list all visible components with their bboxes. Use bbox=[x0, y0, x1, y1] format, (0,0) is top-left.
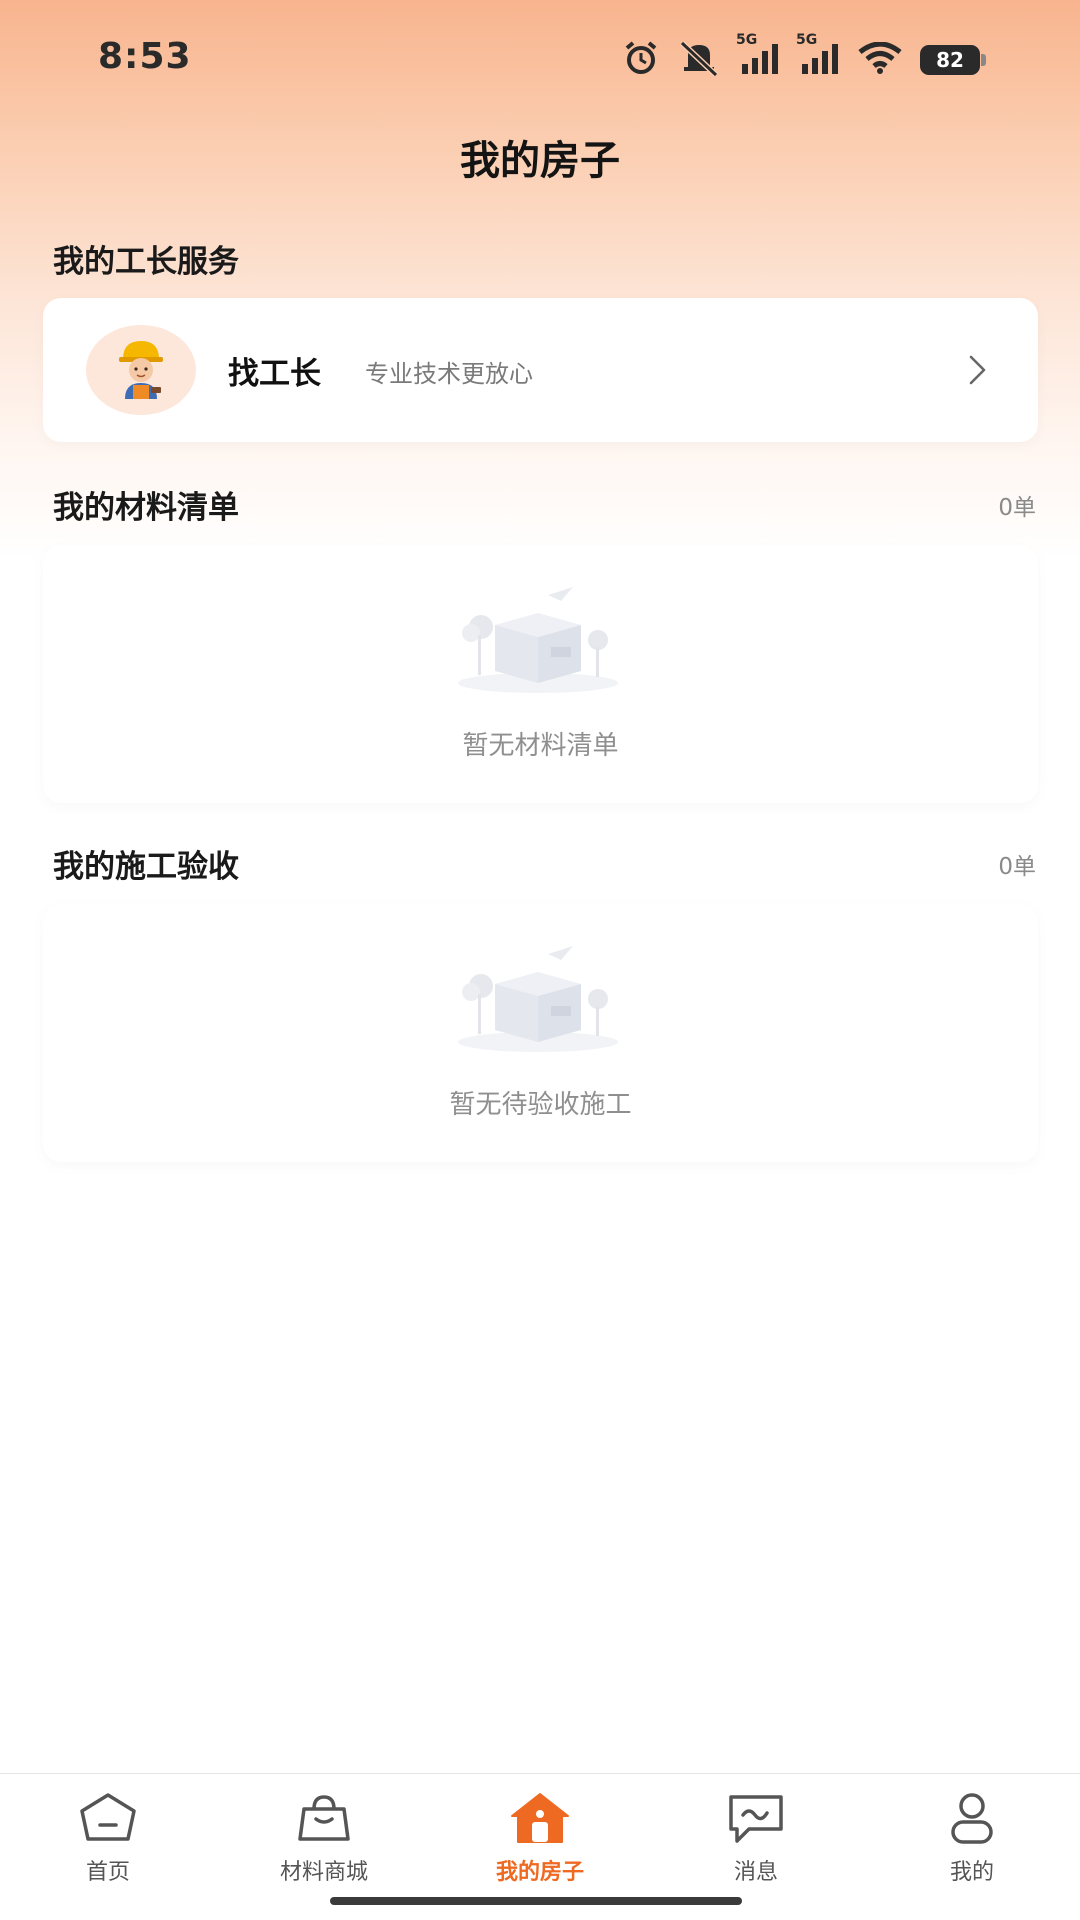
shopping-bag-icon bbox=[244, 1788, 404, 1848]
inspection-count: 0单 bbox=[998, 854, 1036, 880]
chevron-right-icon bbox=[968, 354, 988, 390]
foreman-description: 专业技术更放心 bbox=[365, 360, 533, 388]
signal-5g-icon: 5G bbox=[796, 32, 840, 78]
status-bar: 8:53 5G 5G 82 bbox=[0, 0, 1080, 120]
status-icons: 5G 5G 82 bbox=[622, 32, 986, 81]
wifi-icon bbox=[858, 41, 902, 78]
inspection-empty-text: 暂无待验收施工 bbox=[449, 1090, 632, 1120]
status-time: 8:53 bbox=[98, 36, 192, 77]
materials-count: 0单 bbox=[998, 495, 1036, 521]
foreman-section-title: 我的工长服务 bbox=[53, 244, 239, 280]
tab-home[interactable]: 首页 bbox=[28, 1788, 188, 1886]
tab-my-house[interactable]: 我的房子 bbox=[460, 1788, 620, 1886]
home-indicator[interactable] bbox=[330, 1897, 742, 1905]
alarm-icon bbox=[622, 39, 660, 81]
mute-icon bbox=[678, 39, 720, 81]
message-icon bbox=[676, 1788, 836, 1848]
find-foreman-card[interactable]: 找工长 专业技术更放心 bbox=[43, 298, 1038, 442]
worker-avatar-icon bbox=[86, 325, 196, 415]
inspection-empty-card: 暂无待验收施工 bbox=[43, 904, 1038, 1162]
materials-section-title: 我的材料清单 bbox=[53, 490, 239, 526]
signal-5g-icon: 5G bbox=[736, 32, 780, 78]
tab-me[interactable]: 我的 bbox=[892, 1788, 1052, 1886]
battery-icon: 82 bbox=[920, 45, 986, 75]
user-icon bbox=[892, 1788, 1052, 1848]
house-icon bbox=[460, 1788, 620, 1848]
empty-box-icon bbox=[453, 944, 623, 1058]
tab-messages[interactable]: 消息 bbox=[676, 1788, 836, 1886]
home-icon bbox=[28, 1788, 188, 1848]
materials-empty-card: 暂无材料清单 bbox=[43, 545, 1038, 803]
tab-materials-mall[interactable]: 材料商城 bbox=[244, 1788, 404, 1886]
foreman-name: 找工长 bbox=[228, 356, 321, 392]
inspection-section-title: 我的施工验收 bbox=[53, 849, 239, 885]
empty-box-icon bbox=[453, 585, 623, 699]
page-title: 我的房子 bbox=[460, 138, 620, 184]
materials-empty-text: 暂无材料清单 bbox=[462, 731, 619, 761]
